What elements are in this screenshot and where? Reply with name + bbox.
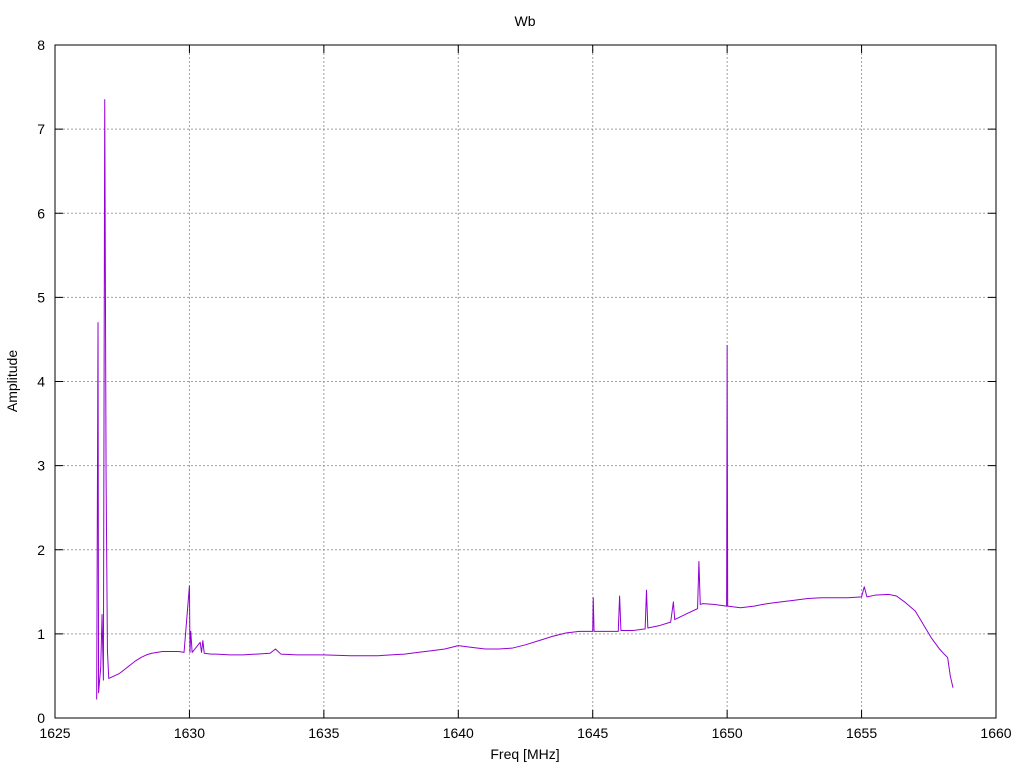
y-tick-label: 8	[37, 37, 45, 53]
x-tick-label: 1640	[443, 725, 474, 741]
x-axis-label: Freq [MHz]	[490, 746, 559, 762]
y-tick-label: 1	[37, 626, 45, 642]
x-tick-label: 1650	[712, 725, 743, 741]
y-tick-label: 6	[37, 205, 45, 221]
x-tick-label: 1660	[980, 725, 1011, 741]
y-tick-label: 3	[37, 458, 45, 474]
chart-title: Wb	[515, 13, 536, 29]
series-line	[96, 99, 954, 700]
y-tick-label: 4	[37, 374, 45, 390]
x-tick-label: 1655	[846, 725, 877, 741]
x-tick-label: 1635	[308, 725, 339, 741]
y-axis-label: Amplitude	[4, 350, 20, 412]
y-tick-label: 7	[37, 121, 45, 137]
chart: 1625 1630 1635 1640 1645 1650 1655 1660 0 1 2 3 4 5 6…	[4, 13, 1012, 762]
x-tick-label: 1645	[577, 725, 608, 741]
y-tick-label: 2	[37, 542, 45, 558]
y-tick-label: 5	[37, 289, 45, 305]
x-tick-label: 1625	[39, 725, 70, 741]
x-tick-label: 1630	[174, 725, 205, 741]
grid-lines	[55, 45, 996, 718]
y-tick-label: 0	[37, 710, 45, 726]
